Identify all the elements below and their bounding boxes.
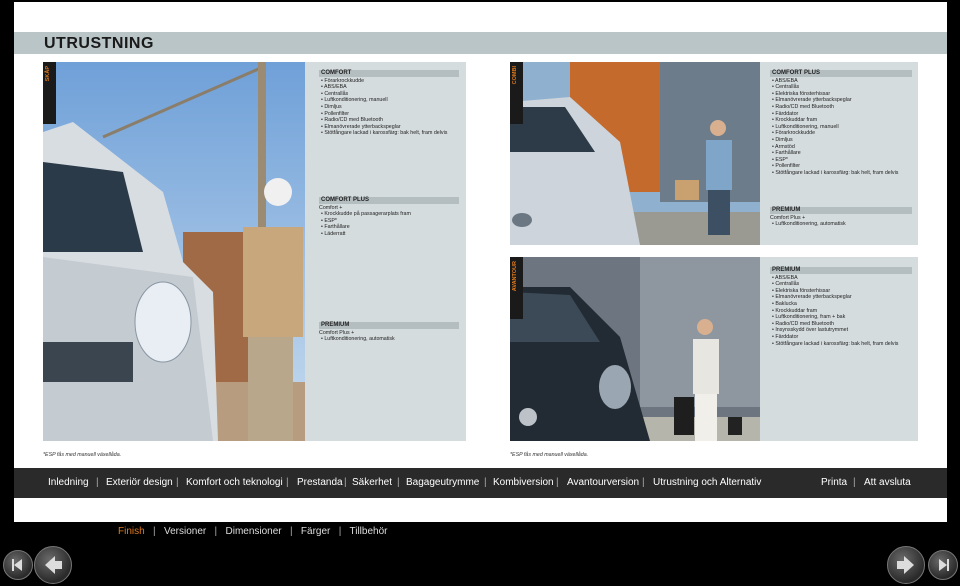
panel-skap: SKÅP COMFORT Förarkrockkudde ABS/EBA Cen… bbox=[43, 62, 466, 441]
spec-heading: PREMIUM bbox=[770, 267, 912, 274]
brochure-page: UTRUSTNING SKÅP COMFORT • Förarkrockkudd… bbox=[14, 2, 947, 522]
spec-item: Radio/CD med Bluetooth bbox=[772, 321, 912, 328]
spec-item: Pollenfilter bbox=[321, 111, 459, 118]
spec-item: Centrallås bbox=[772, 84, 912, 91]
spec-item: Krockkuddar fram bbox=[772, 117, 912, 124]
spec-item: Dimljus bbox=[321, 104, 459, 111]
spec-intro: Comfort Plus + bbox=[770, 214, 806, 221]
subnav-link-versioner[interactable]: Versioner bbox=[164, 526, 206, 537]
nav-link-bagageutrymme[interactable]: Bagageutrymme bbox=[406, 477, 479, 488]
spec-item: Baklucka bbox=[772, 301, 912, 308]
spec-heading: PREMIUM bbox=[770, 207, 912, 214]
spec-comfort: COMFORT Förarkrockkudde ABS/EBA Centrall… bbox=[319, 70, 459, 137]
spec-item: Pollenfilter bbox=[772, 163, 912, 170]
spec-item: Luftkonditionering, automatisk bbox=[321, 336, 459, 343]
next-button[interactable] bbox=[887, 546, 925, 584]
spec-item: Luftkonditionering, automatisk bbox=[772, 221, 912, 228]
spec-item: Krockkuddar fram bbox=[772, 308, 912, 315]
combi-photo bbox=[510, 62, 760, 245]
spec-item: Elektriska fönsterhissar bbox=[772, 91, 912, 98]
avantour-van-image bbox=[510, 257, 760, 441]
spec-item: Färddator bbox=[772, 111, 912, 118]
page-title: UTRUSTNING bbox=[44, 35, 154, 52]
combi-van-image bbox=[510, 62, 760, 245]
spec-item: Insynsskydd över lastutrymmet bbox=[772, 327, 912, 334]
spec-item: Radio/CD med Bluetooth bbox=[321, 117, 459, 124]
spec-item: Förarkrockkudde bbox=[772, 130, 912, 137]
main-nav: Inledning | Exteriör design | Komfort oc… bbox=[14, 468, 947, 498]
spec-item: Elektriska fönsterhissar bbox=[772, 288, 912, 295]
footnote-skap: *ESP fås med manuell växellåda. bbox=[43, 452, 122, 458]
double-left-arrow-icon bbox=[12, 559, 22, 571]
avantour-photo bbox=[510, 257, 760, 441]
spec-comfort-plus: COMFORT PLUS ABS/EBA Centrallås Elektris… bbox=[770, 70, 912, 177]
nav-link-utrustning[interactable]: Utrustning och Alternativ bbox=[653, 477, 761, 488]
title-bar: UTRUSTNING bbox=[14, 32, 947, 54]
spec-heading: COMFORT PLUS bbox=[770, 70, 912, 77]
nav-link-prestanda[interactable]: Prestanda bbox=[297, 477, 343, 488]
nav-link-avantourversion[interactable]: Avantourversion bbox=[567, 477, 639, 488]
spec-premium: PREMIUM ABS/EBA Centrallås Elektriska fö… bbox=[770, 267, 912, 347]
nav-link-sakerhet[interactable]: Säkerhet bbox=[352, 477, 392, 488]
nav-link-kombiversion[interactable]: Kombiversion bbox=[493, 477, 554, 488]
nav-link-komfort[interactable]: Komfort och teknologi bbox=[186, 477, 283, 488]
exit-link[interactable]: Att avsluta bbox=[864, 477, 911, 488]
spec-item: ESP* bbox=[772, 157, 912, 164]
double-right-arrow-icon bbox=[939, 559, 949, 571]
version-tag-combi: COMBI bbox=[510, 62, 523, 124]
spec-item: Luftkonditionering, manuell bbox=[772, 124, 912, 131]
spec-item: Elmanövrerade ytterbackspeglar bbox=[772, 294, 912, 301]
spec-item: Luftkonditionering, fram + bak bbox=[772, 314, 912, 321]
version-tag-avantour: AVANTOUR bbox=[510, 257, 523, 319]
right-arrow-icon bbox=[897, 556, 914, 574]
spec-item: Stötfångare lackad i karossfärg: bak hel… bbox=[772, 170, 912, 177]
nav-link-inledning[interactable]: Inledning bbox=[48, 477, 89, 488]
spec-item: Luftkonditionering, manuell bbox=[321, 97, 459, 104]
subnav-link-tillbehor[interactable]: Tillbehör bbox=[349, 526, 387, 537]
spec-item: Centrallås bbox=[772, 281, 912, 288]
spec-premium: PREMIUM Comfort Plus + Luftkonditionerin… bbox=[319, 322, 459, 343]
panel-avantour: AVANTOUR PREMIUM ABS/EBA Centrallås Elek… bbox=[510, 257, 918, 441]
forward-button[interactable] bbox=[928, 550, 958, 580]
spec-item: Läderratt bbox=[321, 231, 459, 238]
version-tag-skap: SKÅP bbox=[43, 62, 56, 124]
van-worker-image bbox=[43, 62, 305, 441]
spec-intro: Comfort Plus + bbox=[319, 329, 355, 336]
print-link[interactable]: Printa bbox=[821, 477, 847, 488]
panel-combi: COMBI COMFORT PLUS ABS/EBA Centrallås El… bbox=[510, 62, 918, 245]
spec-item: Farthållare bbox=[321, 224, 459, 231]
spec-comfort-plus: COMFORT PLUS Comfort + Krockkudde på pas… bbox=[319, 197, 459, 238]
spec-premium: PREMIUM Comfort Plus + Luftkonditionerin… bbox=[770, 207, 912, 228]
spec-heading: PREMIUM bbox=[319, 322, 459, 329]
spec-item: Radio/CD med Bluetooth bbox=[772, 104, 912, 111]
back-button[interactable] bbox=[3, 550, 33, 580]
subnav-link-finish[interactable]: Finish bbox=[118, 526, 145, 537]
skap-photo bbox=[43, 62, 305, 441]
spec-heading: COMFORT PLUS bbox=[319, 197, 459, 204]
sub-nav: Finish | Versioner | Dimensioner | Färge… bbox=[118, 526, 388, 537]
spec-item: Farthållare bbox=[772, 150, 912, 157]
footnote-avantour: *ESP fås med manuell växellåda. bbox=[510, 452, 589, 458]
spec-item: Centrallås bbox=[321, 91, 459, 98]
subnav-link-farger[interactable]: Färger bbox=[301, 526, 330, 537]
spec-item: Dimljus bbox=[772, 137, 912, 144]
subnav-link-dimensioner[interactable]: Dimensioner bbox=[226, 526, 282, 537]
spec-item: Stötfångare lackad i karossfärg: bak hel… bbox=[321, 130, 459, 137]
left-arrow-icon bbox=[45, 556, 62, 574]
prev-button[interactable] bbox=[34, 546, 72, 584]
spec-item: Krockkudde på passagerarplats fram bbox=[321, 211, 459, 218]
spec-item: Färddator bbox=[772, 334, 912, 341]
spec-item: ABS/EBA bbox=[321, 84, 459, 91]
spec-item: Stötfångare lackad i karossfärg: bak hel… bbox=[772, 341, 912, 348]
nav-link-exterior-design[interactable]: Exteriör design bbox=[106, 477, 173, 488]
spec-item: Elmanövrerade ytterbackspeglar bbox=[772, 97, 912, 104]
spec-heading: COMFORT bbox=[319, 70, 459, 77]
spec-item: Förarkrockkudde bbox=[321, 78, 459, 85]
